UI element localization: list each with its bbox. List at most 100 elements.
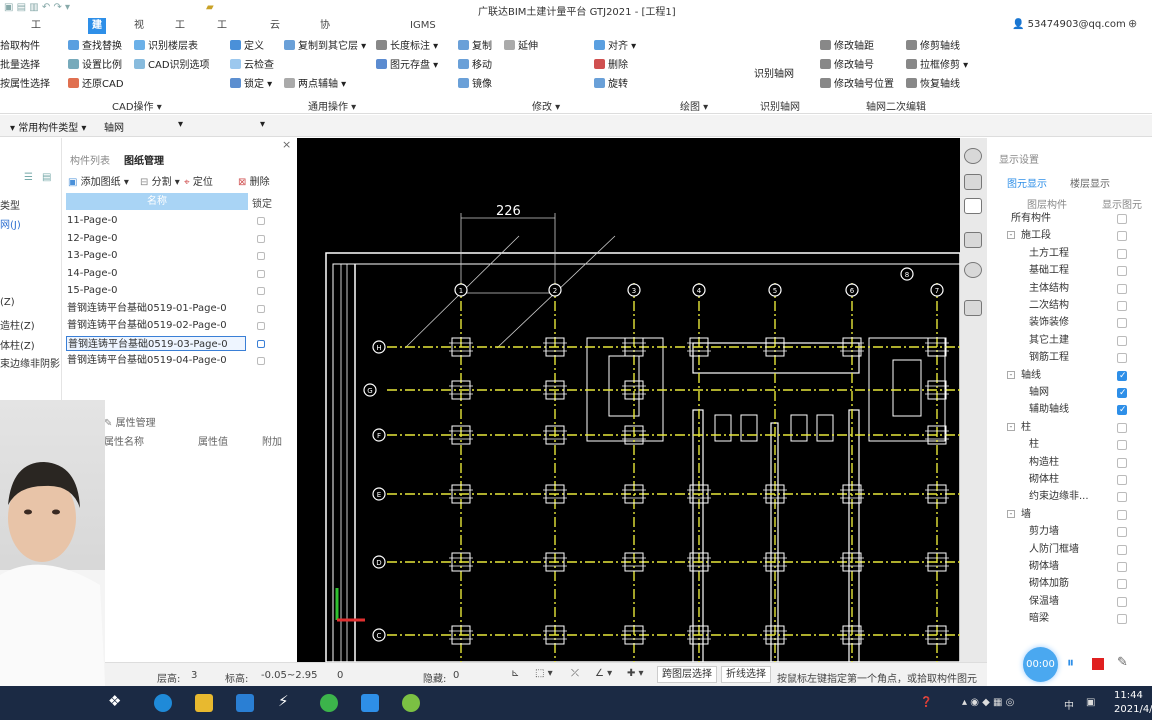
start-icon[interactable]: ❖ [108, 692, 126, 710]
glodon-t-icon[interactable] [361, 694, 379, 712]
lock-column-header[interactable]: 锁定 [252, 195, 272, 210]
split-button[interactable]: ⊟ 分割 ▾ [140, 173, 180, 188]
view-3d-icon[interactable] [964, 232, 982, 248]
panel-tab-1[interactable]: 图纸管理 [124, 152, 164, 167]
display-checkbox[interactable] [1117, 301, 1127, 311]
general-group-label[interactable]: 通用操作 ▾ [308, 98, 356, 113]
axis-bubble-left[interactable]: C [372, 628, 386, 642]
display-tree-row[interactable]: 构造柱 [987, 454, 1152, 471]
select-box-icon[interactable]: ⬚ ▾ [535, 668, 553, 679]
drawing-row[interactable]: 12-Page-0 [66, 231, 246, 246]
pause-icon[interactable]: ⏸ [1067, 655, 1074, 671]
tab-5[interactable]: 云应用 [266, 18, 284, 63]
list-view-icon[interactable]: ☰ [24, 172, 33, 183]
recording-timer[interactable]: 00:00 [1023, 647, 1058, 682]
lock-icon[interactable] [257, 339, 265, 348]
drawing-row[interactable]: 普钢连铸平台基础0519-03-Page-0 [66, 335, 246, 351]
display-tree-row[interactable]: 轴网 [987, 384, 1152, 402]
display-checkbox[interactable] [1117, 318, 1127, 329]
lock-icon[interactable] [257, 287, 265, 295]
display-checkbox[interactable] [1117, 440, 1127, 451]
pen-icon[interactable]: ✎ [1117, 655, 1128, 670]
display-tree-row[interactable]: 土方工程 [987, 245, 1152, 262]
display-tree-row[interactable]: 暗梁 [987, 610, 1152, 627]
display-checkbox[interactable] [1117, 509, 1127, 520]
collapse-icon[interactable]: - [1007, 231, 1015, 240]
display-tree-row[interactable]: 保温墙 [987, 593, 1152, 610]
display-checkbox[interactable] [1117, 353, 1127, 364]
extend-button[interactable]: 延伸 [504, 40, 538, 54]
system-clock[interactable]: 11:44 2021/4/ [1114, 689, 1152, 717]
angle-icon[interactable]: ∠ ▾ [595, 668, 612, 679]
trim-grid-button[interactable]: 修剪轴线 [906, 40, 960, 54]
tree-view-icon[interactable]: ▤ [42, 172, 51, 183]
display-checkbox[interactable] [1117, 385, 1127, 402]
collapse-icon[interactable]: - [1007, 509, 1015, 518]
display-checkbox[interactable] [1117, 402, 1127, 419]
locate-button[interactable]: ⌖ 定位 [184, 173, 213, 188]
display-checkbox[interactable] [1117, 368, 1127, 385]
align-button[interactable]: 对齐 ▾ [594, 40, 636, 54]
lock-icon[interactable] [257, 322, 265, 330]
copy-to-floor-button[interactable]: 复制到其它层 ▾ [284, 40, 366, 54]
component-type-select[interactable]: ▾ 常用构件类型 ▾ [10, 119, 86, 134]
drawing-row[interactable]: 11-Page-0 [66, 213, 246, 228]
restore-grid-button[interactable]: 恢复轴线 [906, 78, 960, 92]
display-checkbox[interactable] [1117, 475, 1127, 485]
cad-options-button[interactable]: CAD识别选项 [134, 59, 210, 73]
tray-icons[interactable]: ▴ ◉ ◆ ▦ ◎ [962, 697, 1014, 708]
axis-bubble-left[interactable]: E [372, 487, 386, 501]
axis-bubble-top[interactable]: 5 [768, 283, 782, 297]
modify-number-button[interactable]: 修改轴号 [820, 59, 874, 73]
display-checkbox[interactable] [1117, 214, 1127, 224]
view-box-icon[interactable] [964, 198, 982, 214]
quick-access-icons[interactable]: ▣ ▤ ▥ ↶ ↷ ▾ [4, 2, 70, 13]
display-tree-row[interactable]: 二次结构 [987, 297, 1152, 314]
axis-bubble-top[interactable]: 3 [627, 283, 641, 297]
lock-icon[interactable] [257, 269, 265, 278]
axis-bubble-top[interactable]: 1 [454, 283, 468, 297]
help-icon[interactable]: ⊕ [1128, 17, 1137, 30]
lock-button[interactable]: 锁定 ▾ [230, 78, 272, 92]
set-scale-button[interactable]: 设置比例 [68, 59, 122, 73]
lock-icon[interactable] [257, 234, 265, 243]
modify-number-pos-button[interactable]: 修改轴号位置 [820, 78, 894, 92]
display-tree-row[interactable]: 砌体墙 [987, 558, 1152, 575]
display-checkbox[interactable] [1117, 283, 1127, 294]
display-checkbox[interactable] [1117, 335, 1127, 346]
display-tree-row[interactable]: 辅助轴线 [987, 401, 1152, 419]
tab-6[interactable]: 协同建模(限免) [316, 18, 338, 111]
refresh-view-icon[interactable] [964, 262, 982, 278]
view-2d-icon[interactable] [964, 174, 982, 190]
display-tab-0[interactable]: 图元显示 [1007, 175, 1047, 190]
rotate-button[interactable]: 旋转 [594, 78, 628, 92]
folder-icon[interactable]: ▰ [206, 2, 214, 13]
define-button[interactable]: 定义 [230, 40, 264, 54]
tab-0[interactable]: 工程设置 [27, 18, 45, 79]
find-replace-button[interactable]: 查找替换 [68, 40, 122, 54]
lock-icon[interactable] [257, 357, 265, 365]
axis-bubble-top[interactable]: 7 [930, 283, 944, 297]
mirror-button[interactable]: 镜像 [458, 78, 492, 92]
display-tree-row[interactable]: 约束边缘非... [987, 488, 1152, 505]
lock-icon[interactable] [257, 252, 265, 260]
edge-icon[interactable] [154, 694, 172, 712]
tab-2[interactable]: 视图 [130, 18, 148, 47]
axis-bubble-left[interactable]: H [372, 340, 386, 354]
display-checkbox[interactable] [1117, 562, 1127, 572]
tree-item[interactable]: 束边缘非阴影 [0, 355, 60, 370]
display-checkbox[interactable] [1117, 579, 1127, 590]
display-checkbox[interactable] [1117, 266, 1127, 277]
pick-component-button[interactable]: 拾取构件 [0, 40, 40, 54]
drawing-row[interactable]: 普钢连铸平台基础0519-01-Page-0 [66, 301, 246, 316]
cad-group-label[interactable]: CAD操作 ▾ [112, 98, 162, 113]
axis-bubble-top[interactable]: 8 [900, 267, 914, 281]
app-bolt-icon[interactable]: ⚡ [278, 692, 296, 710]
name-column-header[interactable]: 名称 [66, 193, 248, 210]
display-tree-row[interactable]: - 轴线 [987, 367, 1152, 385]
ortho-icon[interactable]: ✚ ▾ [627, 668, 644, 679]
tree-item[interactable]: 造柱(Z) [0, 317, 35, 332]
axis-bubble-left[interactable]: F [372, 428, 386, 442]
cross-floor-select-button[interactable]: 跨图层选择 [657, 666, 717, 683]
display-tree-row[interactable]: 砌体柱 [987, 471, 1152, 488]
